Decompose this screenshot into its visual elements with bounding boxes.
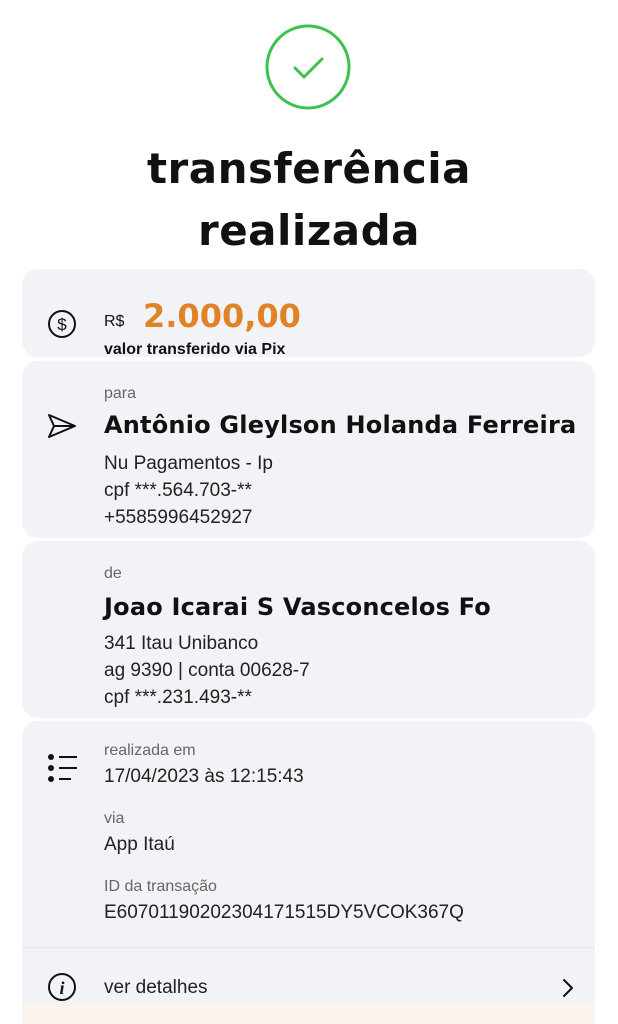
dollar-icon: $ (47, 309, 77, 344)
currency-label: R$ (104, 313, 125, 330)
details-link-label: ver detalhes (104, 977, 208, 998)
bottom-strip (22, 1004, 595, 1024)
title-line-2: realizada (197, 206, 421, 255)
via-value: App Itaú (104, 834, 175, 855)
recipient-name: Antônio Gleylson Holanda Ferreira (104, 411, 577, 439)
sender-bank: 341 Itau Unibanco (104, 633, 259, 654)
transaction-id-label: ID da transação (104, 878, 217, 895)
via-label: via (104, 810, 125, 827)
date-label: realizada em (104, 742, 196, 759)
amount-card: $ R$ 2.000,00 valor transferido via Pix (22, 269, 595, 358)
recipient-card: para Antônio Gleylson Holanda Ferreira N… (22, 361, 595, 538)
recipient-cpf: cpf ***.564.703-** (104, 480, 252, 501)
amount-value: 2.000,00 (143, 297, 301, 335)
transaction-id-value: E60701190202304171515DY5VCOK367Q (104, 902, 464, 923)
recipient-bank: Nu Pagamentos - Ip (104, 453, 273, 474)
info-icon: i (47, 972, 77, 1007)
recipient-label: para (104, 385, 137, 402)
page-title: transferência realizada (0, 138, 618, 262)
svg-text:i: i (59, 978, 64, 998)
chevron-right-icon (561, 977, 575, 1004)
sender-name: Joao Icarai S Vasconcelos Fo (104, 593, 491, 621)
details-link-row[interactable]: i ver detalhes (22, 948, 595, 1008)
amount-subtitle: valor transferido via Pix (104, 341, 286, 358)
svg-text:$: $ (57, 315, 67, 334)
title-line-1: transferência (146, 144, 472, 193)
sender-card: de Joao Icarai S Vasconcelos Fo 341 Itau… (22, 541, 595, 718)
date-value: 17/04/2023 às 12:15:43 (104, 766, 304, 787)
list-icon (47, 753, 79, 788)
sender-label: de (104, 565, 122, 582)
sender-account: ag 9390 | conta 00628-7 (104, 660, 310, 681)
success-check-icon (265, 24, 351, 110)
recipient-phone: +5585996452927 (104, 507, 253, 528)
send-icon (47, 413, 77, 444)
details-card: realizada em 17/04/2023 às 12:15:43 via … (22, 721, 595, 1024)
sender-cpf: cpf ***.231.493-** (104, 687, 252, 708)
